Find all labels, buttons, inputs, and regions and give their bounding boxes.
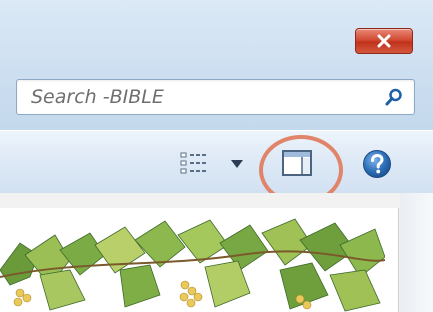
scrollbar-track[interactable] bbox=[400, 193, 433, 312]
content-pane bbox=[0, 193, 433, 312]
chevron-down-icon[interactable] bbox=[230, 159, 244, 169]
view-icon[interactable] bbox=[180, 151, 210, 175]
search-icon[interactable] bbox=[384, 87, 404, 107]
search-box[interactable] bbox=[16, 79, 415, 115]
vine-illustration bbox=[0, 215, 385, 312]
close-icon bbox=[377, 34, 391, 48]
close-button[interactable] bbox=[355, 28, 413, 54]
explorer-window bbox=[0, 0, 433, 312]
command-toolbar bbox=[0, 130, 433, 194]
search-input[interactable] bbox=[31, 80, 371, 114]
title-bar bbox=[0, 0, 433, 65]
help-icon[interactable] bbox=[362, 149, 392, 179]
preview-pane-icon[interactable] bbox=[281, 148, 315, 178]
